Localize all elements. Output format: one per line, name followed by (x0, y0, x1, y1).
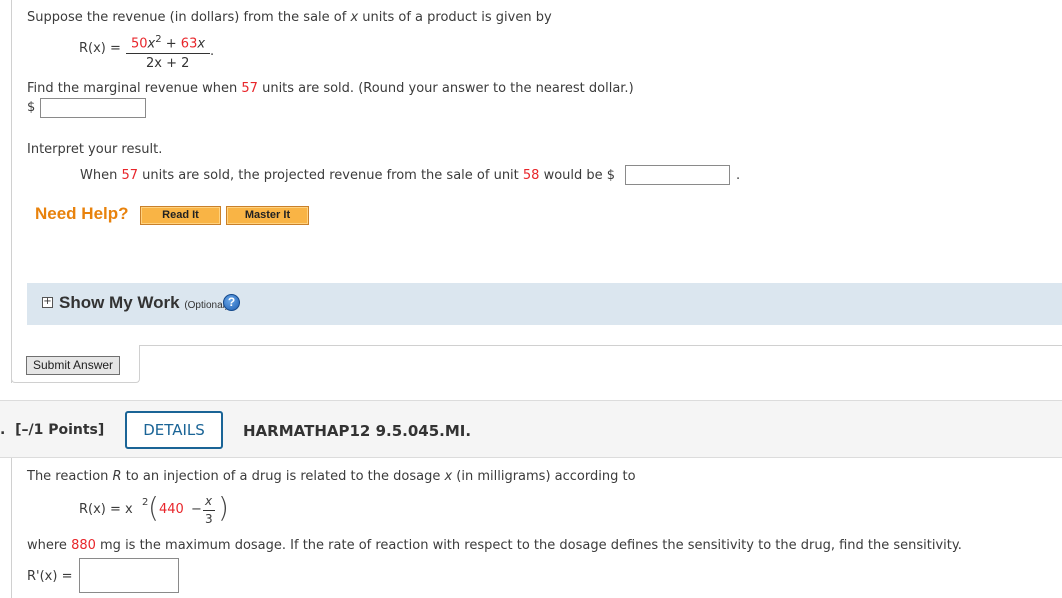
derivative-label: R'(x) = (27, 569, 73, 584)
read-it-button[interactable]: Read It (140, 206, 221, 225)
q1-task-text: Find the marginal revenue when (27, 81, 242, 96)
question-number: . (0, 422, 6, 438)
q2-where: where 880 mg is the maximum dosage. If t… (27, 538, 962, 553)
show-my-work-title[interactable]: Show My Work (Optional) (59, 293, 228, 313)
interpret-sentence: When 57 units are sold, the projected re… (80, 168, 615, 183)
submit-answer-button[interactable]: Submit Answer (26, 356, 121, 375)
marginal-revenue-input[interactable] (40, 98, 146, 118)
question-header: . [–/1 Points] DETAILS HARMATHAP12 9.5.0… (0, 400, 1062, 458)
q2-intro-text: The reaction (27, 469, 113, 484)
q2-frac-den: 3 (205, 512, 213, 526)
coef-b: 63 (180, 36, 198, 52)
plus: + (161, 36, 181, 52)
var-R: R (112, 469, 122, 484)
q2-formula-lhs: R(x) = x (79, 502, 133, 517)
q1-formula-denominator: 2x + 2 (146, 56, 190, 71)
dollar-sign: $ (27, 100, 36, 115)
q1-intro-var: x (350, 10, 359, 25)
q1-intro: Suppose the revenue (in dollars) from th… (27, 10, 552, 25)
q1-task-units: 57 (241, 81, 258, 96)
show-my-work-label: Show My Work (59, 293, 180, 312)
q2-intro-text-end: (in milligrams) according to (452, 469, 636, 484)
q2-intro: The reaction R to an injection of a drug… (27, 469, 636, 484)
q1-task: Find the marginal revenue when 57 units … (27, 81, 634, 96)
need-help-label: Need Help? (35, 204, 129, 223)
interp-units: 57 (121, 168, 139, 183)
q2-where-text-end: mg is the maximum dosage. If the rate of… (95, 538, 962, 553)
var-x: x (197, 36, 206, 52)
sensitivity-input[interactable] (79, 558, 179, 593)
close-paren: ) (218, 491, 229, 524)
question2-left-border (11, 458, 12, 598)
q1-formula-numerator: 50x2 + 63x (131, 34, 205, 51)
question-code: HARMATHAP12 9.5.045.MI. (243, 422, 472, 440)
question-points: . [–/1 Points] (0, 422, 104, 438)
question-left-border (11, 0, 12, 383)
q2-intro-text-mid: to an injection of a drug is related to … (121, 469, 445, 484)
interp-period: . (736, 168, 741, 183)
interp-text: When (80, 168, 122, 183)
q1-formula-period: . (210, 44, 215, 59)
q1-fraction-bar (126, 53, 210, 54)
interpret-label: Interpret your result. (27, 142, 163, 157)
q1-task-text-end: units are sold. (Round your answer to th… (257, 81, 634, 96)
optional-label: (Optional) (184, 300, 229, 311)
q1-intro-text-end: units of a product is given by (358, 10, 552, 25)
projected-revenue-input[interactable] (625, 165, 730, 185)
details-button[interactable]: DETAILS (125, 411, 223, 449)
q2-formula-const: 440 (159, 502, 184, 517)
open-paren: ( (148, 491, 159, 524)
show-my-work-panel[interactable]: + Show My Work (Optional) ? (27, 283, 1062, 325)
help-icon[interactable]: ? (223, 294, 240, 311)
q2-max-dosage: 880 (71, 538, 96, 553)
q2-where-text: where (27, 538, 72, 553)
divider (140, 345, 1062, 346)
expand-plus-icon[interactable]: + (42, 297, 53, 308)
q2-frac-num: x (205, 494, 213, 508)
interp-text-mid: units are sold, the projected revenue fr… (138, 168, 523, 183)
var-x: x (444, 469, 453, 484)
points-label: [–/1 Points] (15, 422, 105, 438)
q1-intro-text: Suppose the revenue (in dollars) from th… (27, 10, 351, 25)
q2-formula-minus: − (191, 502, 202, 517)
interp-unit: 58 (522, 168, 540, 183)
coef-a: 50 (131, 36, 148, 52)
q1-formula-lhs: R(x) = (79, 41, 121, 56)
master-it-button[interactable]: Master It (226, 206, 309, 225)
interp-text-end: would be $ (539, 168, 616, 183)
q2-fraction-bar (203, 510, 215, 511)
